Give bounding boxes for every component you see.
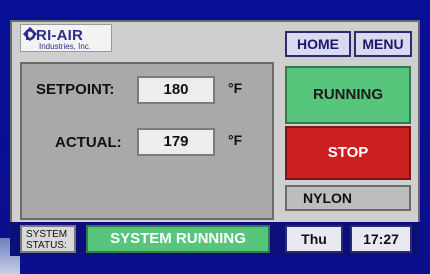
day-display: Thu [285, 225, 343, 253]
menu-button[interactable]: MENU [354, 31, 412, 57]
system-status-label-line2: STATUS: [26, 240, 67, 251]
hmi-screen: DRI-AIR Industries, Inc. HOME MENU SETPO… [0, 0, 430, 274]
setpoint-field[interactable]: 180 [137, 76, 215, 104]
home-button[interactable]: HOME [285, 31, 351, 57]
material-selector[interactable]: NYLON [285, 185, 411, 211]
setpoint-label: SETPOINT: [36, 81, 115, 98]
system-status-label-line1: SYSTEM [26, 229, 68, 240]
running-button[interactable]: RUNNING [285, 66, 411, 124]
actual-label: ACTUAL: [55, 134, 122, 151]
system-status-value: SYSTEM RUNNING [86, 225, 270, 253]
system-status-label: SYSTEM STATUS: [20, 225, 76, 253]
actual-unit: °F [228, 132, 243, 148]
actual-field: 179 [137, 128, 215, 156]
dri-air-logo: DRI-AIR Industries, Inc. [20, 24, 112, 52]
time-display: 17:27 [350, 225, 412, 253]
logo-subtitle: Industries, Inc. [39, 42, 92, 51]
setpoint-unit: °F [228, 80, 243, 96]
stop-button[interactable]: STOP [285, 126, 411, 180]
